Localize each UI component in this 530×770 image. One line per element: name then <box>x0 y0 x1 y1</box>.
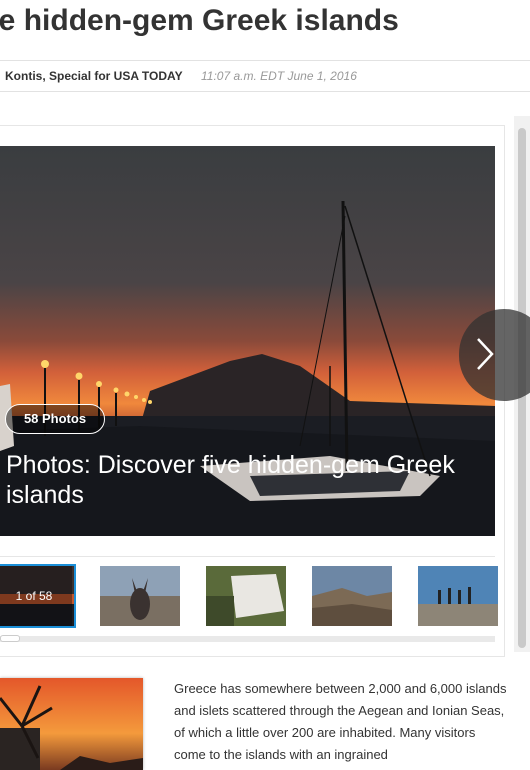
article-photo[interactable] <box>0 678 143 770</box>
thumbnail-hills-image <box>312 566 392 626</box>
article-headline: ve hidden-gem Greek islands <box>0 4 399 37</box>
thumbnail-3[interactable] <box>206 566 286 626</box>
thumbnail-monastery-image <box>206 566 286 626</box>
thumbnail-strip: 1 of 58 <box>0 556 498 637</box>
windmill-sunset-image <box>0 678 143 770</box>
byline-timestamp: 11:07 a.m. EDT June 1, 2016 <box>201 69 357 83</box>
chevron-right-icon <box>477 338 494 370</box>
thumbnail-hikers-image <box>418 566 498 626</box>
current-photo-indicator: 1 of 58 <box>0 566 72 626</box>
article-body: Greece has somewhere between 2,000 and 6… <box>174 681 507 762</box>
photo-count-badge[interactable]: 58 Photos <box>5 404 105 434</box>
gallery-caption: Photos: Discover five hidden-gem Greek i… <box>6 451 455 509</box>
thumbnail-5[interactable] <box>418 566 498 626</box>
thumbnail-1[interactable]: 1 of 58 <box>0 564 76 628</box>
thumbnail-scrollbar[interactable] <box>0 635 495 642</box>
thumbnail-4[interactable] <box>312 566 392 626</box>
byline-author: Kontis, Special for USA TODAY <box>5 69 183 83</box>
thumbnail-donkey-image <box>100 566 180 626</box>
byline-bar: Kontis, Special for USA TODAY 11:07 a.m.… <box>0 60 530 92</box>
thumbnail-2[interactable] <box>100 566 180 626</box>
thumbnail-scrollbar-thumb[interactable] <box>0 635 20 642</box>
